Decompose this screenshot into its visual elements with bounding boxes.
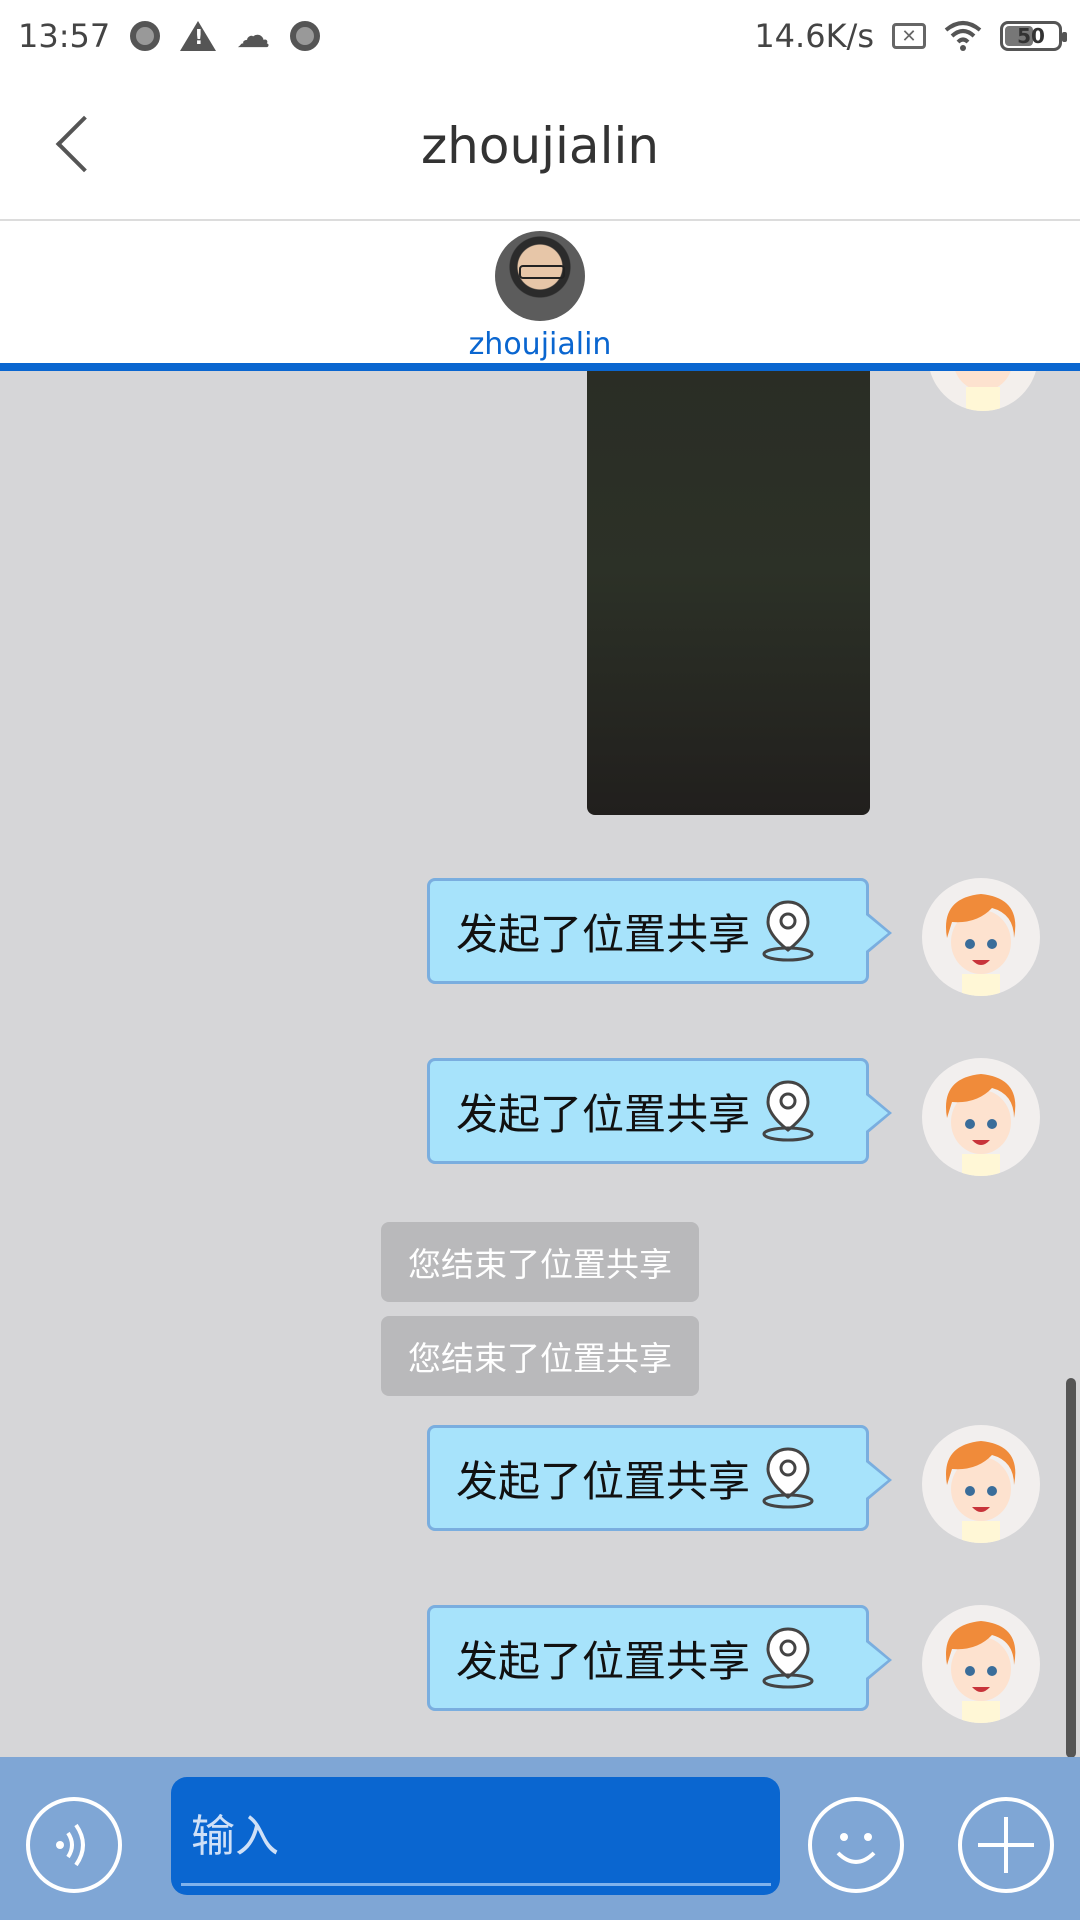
- voice-icon: [56, 1823, 85, 1867]
- avatar[interactable]: [922, 878, 1040, 996]
- message-row: 发起了位置共享: [0, 1058, 1080, 1178]
- system-message: 您结束了位置共享: [381, 1222, 699, 1302]
- location-share-bubble[interactable]: 发起了位置共享: [427, 878, 892, 984]
- message-row: 发起了位置共享: [0, 878, 1080, 998]
- record-icon: [130, 21, 161, 51]
- battery-level: 50: [1017, 24, 1045, 48]
- voice-button[interactable]: [26, 1797, 122, 1893]
- status-time: 13:57: [18, 17, 111, 55]
- location-pin-icon: [762, 1447, 814, 1509]
- message-text: 发起了位置共享: [456, 909, 751, 959]
- participant-item[interactable]: zhoujialin: [468, 231, 612, 362]
- avatar[interactable]: [922, 1058, 1040, 1176]
- avatar[interactable]: [922, 1605, 1040, 1723]
- smiley-icon: [836, 1833, 876, 1864]
- cartoon-girl-icon: [945, 1074, 1016, 1176]
- location-share-bubble[interactable]: 发起了位置共享: [427, 1605, 892, 1711]
- location-pin-icon: [762, 900, 814, 962]
- wifi-icon: [944, 21, 982, 51]
- message-row: 发起了位置共享: [0, 1425, 1080, 1545]
- message-text: 发起了位置共享: [456, 1456, 751, 1506]
- participant-name: zhoujialin: [468, 327, 612, 362]
- plus-icon: [978, 1817, 1034, 1873]
- message-input[interactable]: [171, 1777, 780, 1895]
- location-share-bubble[interactable]: 发起了位置共享: [427, 1425, 892, 1531]
- message-row: 发起了位置共享: [0, 1605, 1080, 1725]
- participants-bar: zhoujialin: [0, 221, 1080, 371]
- avatar[interactable]: [922, 1425, 1040, 1543]
- record-icon: [290, 21, 321, 51]
- status-bar: 13:57 ☁ 14.6K/s ✕ 50: [0, 0, 1080, 72]
- network-speed: 14.6K/s: [754, 17, 874, 55]
- message-text: 发起了位置共享: [456, 1636, 751, 1686]
- chat-area[interactable]: 发起了位置共享 发起了位置共享 您结束了位置共享 您结束了位置共享 发起了位置共…: [0, 371, 1080, 1757]
- emoji-button[interactable]: [808, 1797, 904, 1893]
- location-pin-icon: [762, 1627, 814, 1689]
- warning-icon: [180, 21, 217, 51]
- system-message: 您结束了位置共享: [381, 1316, 699, 1396]
- more-button[interactable]: [958, 1797, 1054, 1893]
- status-left: 13:57 ☁: [18, 16, 321, 56]
- sim-no-signal-icon: ✕: [892, 23, 926, 49]
- avatar[interactable]: [928, 371, 1038, 411]
- location-share-bubble[interactable]: 发起了位置共享: [427, 1058, 892, 1164]
- cartoon-girl-icon: [945, 1621, 1016, 1723]
- avatar[interactable]: [495, 231, 585, 321]
- cloud-icon: ☁: [236, 16, 271, 56]
- battery-icon: 50: [1000, 21, 1067, 51]
- back-button[interactable]: [52, 115, 113, 178]
- status-right: 14.6K/s ✕ 50: [754, 17, 1067, 55]
- nav-bar: zhoujialin: [0, 72, 1080, 221]
- chat-scrollbar[interactable]: [1066, 1378, 1076, 1758]
- location-pin-icon: [762, 1080, 814, 1142]
- chevron-left-icon: [55, 115, 113, 173]
- input-bar: [0, 1757, 1080, 1920]
- cartoon-girl-icon: [955, 371, 1011, 411]
- cartoon-girl-icon: [945, 894, 1016, 996]
- cartoon-girl-icon: [945, 1441, 1016, 1543]
- image-message[interactable]: [587, 371, 870, 815]
- page-title: zhoujialin: [420, 116, 660, 175]
- input-underline: [181, 1883, 771, 1886]
- message-text: 发起了位置共享: [456, 1089, 751, 1139]
